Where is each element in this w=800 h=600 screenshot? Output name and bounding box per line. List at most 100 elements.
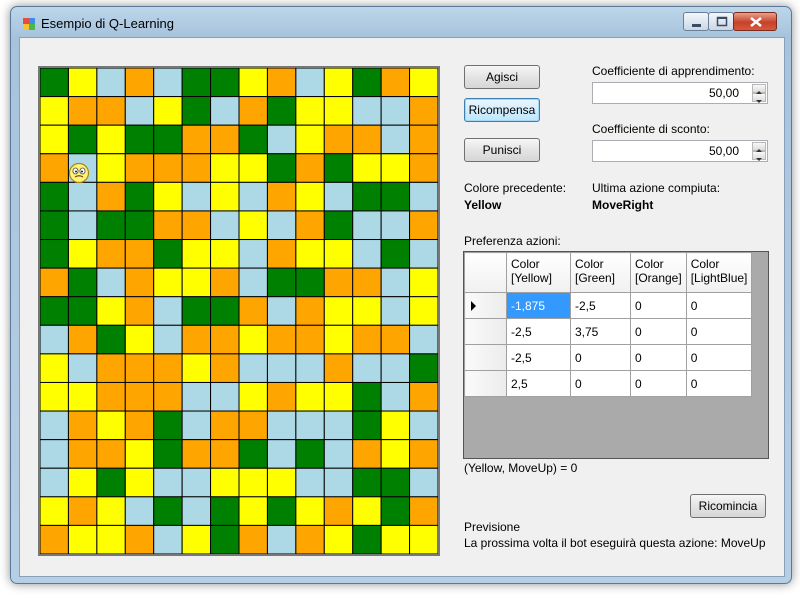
learning-rate-stepper[interactable]: 50,00	[592, 82, 768, 104]
grid-cell	[67, 124, 98, 155]
app-icon	[23, 18, 35, 30]
grid-cell	[352, 467, 382, 498]
grid-cell	[181, 124, 212, 155]
grid-cell	[352, 353, 382, 383]
grid-cell	[67, 439, 98, 469]
discount-stepper[interactable]: 50,00	[592, 140, 768, 162]
grid-cell	[295, 496, 325, 526]
close-button[interactable]	[733, 12, 777, 31]
column-header-yellow[interactable]: Color [Yellow]	[506, 252, 571, 293]
column-header-lightblue[interactable]: Color [LightBlue]	[685, 252, 753, 293]
grid-cell	[124, 124, 155, 155]
row-header[interactable]	[464, 344, 507, 371]
grid-cell	[323, 124, 354, 155]
grid-cell	[67, 296, 98, 326]
grid-world[interactable]	[38, 66, 440, 556]
grid-cell	[409, 124, 438, 155]
grid-cell	[67, 267, 98, 298]
grid-cell	[124, 210, 155, 241]
grid-cell	[124, 410, 155, 441]
table-cell[interactable]: 0	[630, 344, 687, 371]
grid-cell	[67, 524, 98, 554]
grid-cell	[238, 496, 268, 526]
grid-cell	[40, 96, 69, 126]
grid-cell	[266, 124, 297, 155]
learning-rate-down-icon[interactable]	[752, 93, 766, 103]
grid-cell	[266, 181, 297, 212]
grid-cell	[266, 96, 297, 126]
row-header[interactable]	[464, 318, 507, 345]
table-cell[interactable]: 0	[685, 292, 753, 319]
bot-face-icon	[68, 162, 90, 184]
table-cell[interactable]: 0	[630, 318, 687, 345]
table-cell[interactable]: 0	[685, 318, 753, 345]
grid-cell	[67, 68, 98, 98]
table-cell[interactable]: 0	[630, 370, 687, 397]
table-row[interactable]: 2,5 0 0 0	[464, 370, 753, 397]
grid-cell	[409, 439, 438, 469]
table-cell[interactable]: 2,5	[506, 370, 571, 397]
grid-cell	[295, 181, 325, 212]
grid-cell	[266, 324, 297, 355]
grid-cell	[238, 153, 268, 183]
grid-cell	[352, 124, 382, 155]
row-header[interactable]	[464, 370, 507, 397]
grid-cell	[40, 68, 69, 98]
table-cell[interactable]: 0	[570, 344, 631, 371]
reward-button[interactable]: Ricompensa	[464, 98, 540, 122]
table-cell[interactable]: -2,5	[506, 318, 571, 345]
grid-cell	[295, 124, 325, 155]
discount-down-icon[interactable]	[752, 151, 766, 161]
table-row[interactable]: -1,875 -2,5 0 0	[464, 292, 753, 319]
punish-button[interactable]: Punisci	[464, 138, 540, 162]
grid-cell	[266, 153, 297, 183]
table-cell[interactable]: -2,5	[506, 344, 571, 371]
discount-up-icon[interactable]	[752, 142, 766, 152]
grid-cell	[40, 153, 69, 183]
grid-cell	[210, 439, 240, 469]
preferences-grid[interactable]: Color [Yellow] Color [Green] Color [Oran…	[463, 251, 769, 459]
table-cell[interactable]: 3,75	[570, 318, 631, 345]
column-header-green[interactable]: Color [Green]	[570, 252, 631, 293]
grid-cell	[96, 124, 126, 155]
table-cell[interactable]: 0	[570, 370, 631, 397]
title-bar[interactable]: Esempio di Q-Learning	[11, 7, 791, 37]
grid-cell	[295, 381, 325, 412]
table-row[interactable]: -2,5 3,75 0 0	[464, 318, 753, 345]
grid-cell	[238, 381, 268, 412]
restart-button[interactable]: Ricomincia	[690, 494, 766, 518]
grid-cell	[409, 153, 438, 183]
grid-cell	[210, 324, 240, 355]
maximize-button[interactable]	[708, 12, 734, 31]
learning-rate-value: 50,00	[708, 86, 739, 100]
grid-cell	[153, 381, 183, 412]
discount-value: 50,00	[708, 144, 739, 158]
grid-cell	[295, 324, 325, 355]
table-cell[interactable]: 0	[685, 370, 753, 397]
table-cell[interactable]: -1,875	[506, 292, 571, 319]
grid-cell	[409, 96, 438, 126]
grid-cell	[323, 410, 354, 441]
grid-cell	[67, 96, 98, 126]
grid-cell	[181, 267, 212, 298]
minimize-button[interactable]	[683, 12, 709, 31]
grid-cell	[266, 524, 297, 554]
column-header-orange[interactable]: Color [Orange]	[630, 252, 687, 293]
grid-cell	[181, 210, 212, 241]
act-button[interactable]: Agisci	[464, 65, 540, 89]
table-cell[interactable]: 0	[630, 292, 687, 319]
row-header[interactable]	[464, 292, 507, 319]
table-cell[interactable]: -2,5	[570, 292, 631, 319]
grid-cell	[352, 267, 382, 298]
grid-cell	[352, 239, 382, 269]
grid-cell	[266, 410, 297, 441]
grid-cell	[124, 68, 155, 98]
learning-rate-up-icon[interactable]	[752, 84, 766, 94]
table-cell[interactable]: 0	[685, 344, 753, 371]
table-row[interactable]: -2,5 0 0 0	[464, 344, 753, 371]
grid-cell	[323, 353, 354, 383]
grid-cell	[352, 181, 382, 212]
grid-cell	[181, 467, 212, 498]
grid-cell	[323, 239, 354, 269]
grid-cell	[323, 210, 354, 241]
